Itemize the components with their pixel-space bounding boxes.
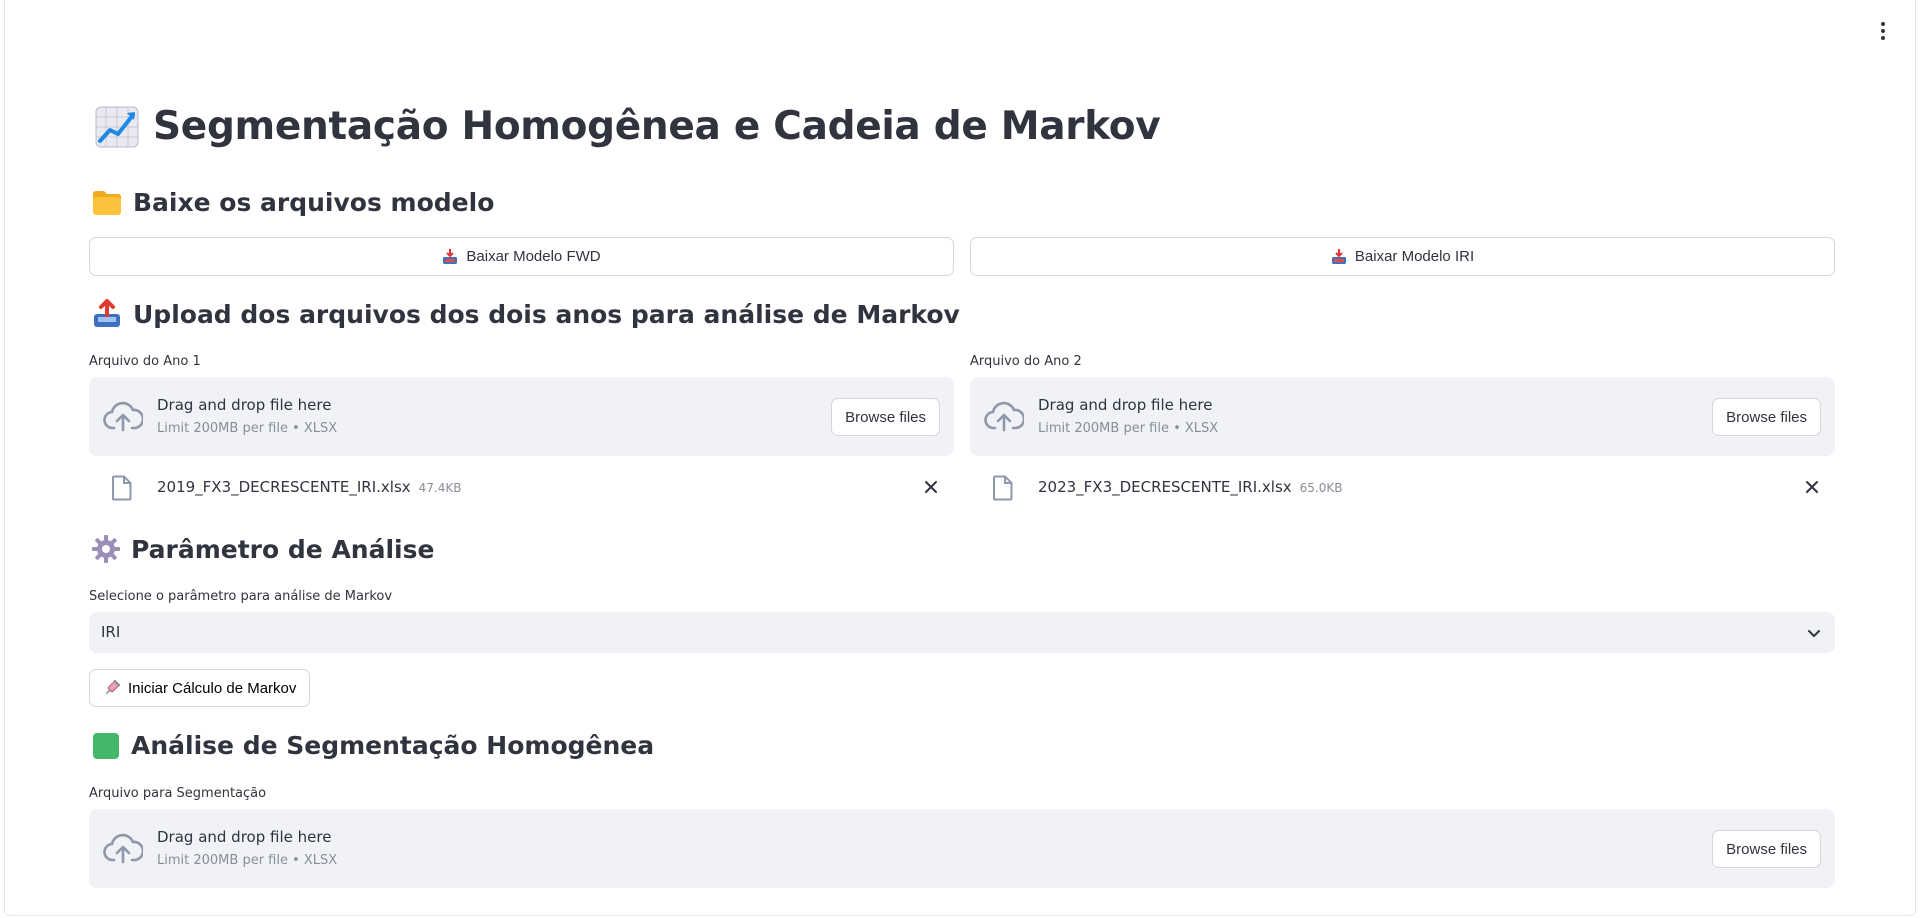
parameter-heading-text: Parâmetro de Análise [131,534,435,564]
segmentation-dropzone[interactable]: Drag and drop file here Limit 200MB per … [89,809,1835,888]
close-icon[interactable] [924,479,938,498]
inbox-tray-icon [442,248,458,265]
upload-heading-text: Upload dos arquivos dos dois anos para a… [133,299,960,329]
syringe-icon [103,679,121,697]
page-title: Segmentação Homogênea e Cadeia de Markov [95,104,1161,149]
year1-browse-button[interactable]: Browse files [831,398,940,436]
year1-file-size: 47.4KB [418,481,462,495]
segmentation-heading: Análise de Segmentação Homogênea [91,731,654,760]
inbox-tray-icon [1331,248,1347,265]
download-iri-button[interactable]: Baixar Modelo IRI [970,237,1835,276]
year1-uploaded-file: 2019_FX3_DECRESCENTE_IRI.xlsx 47.4KB [89,467,954,507]
segmentation-limit-text: Limit 200MB per file • XLSX [157,853,338,868]
segmentation-drop-text: Drag and drop file here [157,828,332,846]
download-fwd-button[interactable]: Baixar Modelo FWD [89,237,954,276]
kebab-menu-icon[interactable] [1869,18,1897,44]
segmentation-label: Arquivo para Segmentação [89,786,267,801]
year1-dropzone[interactable]: Drag and drop file here Limit 200MB per … [89,377,954,456]
gear-icon [91,534,121,564]
templates-heading-text: Baixe os arquivos modelo [133,188,495,217]
parameter-selected-value: IRI [101,623,121,641]
download-iri-label: Baixar Modelo IRI [1354,248,1475,265]
app-frame: Segmentação Homogênea e Cadeia de Markov… [4,0,1916,916]
segmentation-heading-text: Análise de Segmentação Homogênea [131,731,655,760]
start-markov-label: Iniciar Cálculo de Markov [128,679,297,697]
year1-label: Arquivo do Ano 1 [89,354,201,369]
year2-drop-text: Drag and drop file here [1038,396,1213,414]
chart-increasing-icon [95,106,139,148]
year2-file-size: 65.0KB [1299,481,1343,495]
year2-uploaded-file: 2023_FX3_DECRESCENTE_IRI.xlsx 65.0KB [970,467,1835,507]
page-title-text: Segmentação Homogênea e Cadeia de Markov [153,104,1161,149]
cloud-upload-icon [103,399,145,437]
parameter-select-label: Selecione o parâmetro para análise de Ma… [89,589,393,604]
templates-heading: Baixe os arquivos modelo [91,188,494,217]
chevron-down-icon [1807,625,1821,644]
file-icon [111,475,133,505]
cloud-upload-icon [103,831,145,869]
folder-icon [91,189,123,217]
download-fwd-label: Baixar Modelo FWD [466,248,601,265]
file-icon [992,475,1014,505]
upload-heading: Upload dos arquivos dos dois anos para a… [91,299,960,329]
parameter-select[interactable]: IRI [89,612,1835,653]
segmentation-browse-button[interactable]: Browse files [1712,830,1821,868]
green-square-icon [91,732,121,760]
year2-limit-text: Limit 200MB per file • XLSX [1038,421,1219,436]
outbox-tray-icon [91,299,123,329]
close-icon[interactable] [1805,479,1819,498]
year1-file-name: 2019_FX3_DECRESCENTE_IRI.xlsx [157,478,411,496]
parameter-heading: Parâmetro de Análise [91,534,434,564]
year2-label: Arquivo do Ano 2 [970,354,1082,369]
year1-drop-text: Drag and drop file here [157,396,332,414]
year2-file-name: 2023_FX3_DECRESCENTE_IRI.xlsx [1038,478,1292,496]
cloud-upload-icon [984,399,1026,437]
year1-limit-text: Limit 200MB per file • XLSX [157,421,338,436]
start-markov-button[interactable]: Iniciar Cálculo de Markov [89,669,311,707]
year2-browse-button[interactable]: Browse files [1712,398,1821,436]
year2-dropzone[interactable]: Drag and drop file here Limit 200MB per … [970,377,1835,456]
